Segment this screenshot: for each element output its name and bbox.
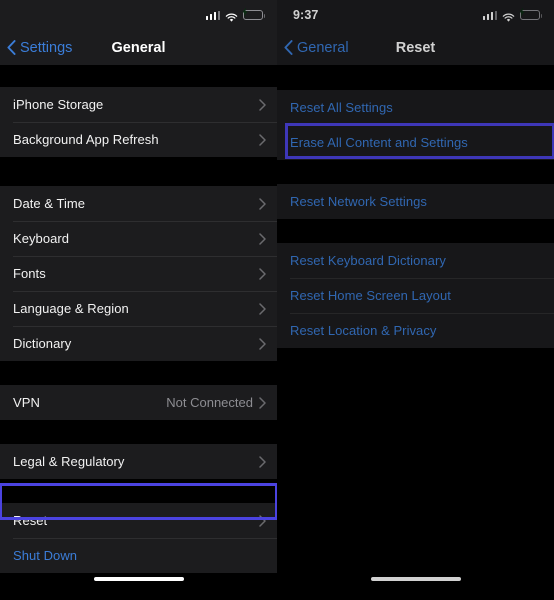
- list-item-reset-keyboard-dictionary[interactable]: Reset Keyboard Dictionary: [277, 243, 554, 278]
- chevron-left-icon: [284, 40, 293, 55]
- group-gap: [277, 65, 554, 90]
- list-item-label: Keyboard: [13, 231, 69, 246]
- dual-phone-screenshot: Settings General iPhone Storage Backgrou…: [0, 0, 554, 600]
- battery-charging-icon: [520, 10, 540, 21]
- list-item-label: Erase All Content and Settings: [290, 135, 468, 150]
- back-button-general[interactable]: General: [284, 40, 349, 56]
- back-button-settings[interactable]: Settings: [7, 40, 72, 56]
- settings-group: Reset Keyboard Dictionary Reset Home Scr…: [277, 243, 554, 348]
- home-indicator: [94, 577, 184, 581]
- list-item-label: Background App Refresh: [13, 132, 159, 147]
- nav-bar: General Reset: [277, 30, 554, 65]
- list-item-label: Reset: [13, 513, 47, 528]
- chevron-right-icon: [259, 303, 266, 315]
- group-gap: [0, 157, 277, 186]
- list-item-label: Shut Down: [13, 548, 77, 563]
- settings-list-reset[interactable]: Reset All Settings Erase All Content and…: [277, 65, 554, 600]
- list-item[interactable]: Date & Time: [0, 186, 277, 221]
- list-item-label: Reset Keyboard Dictionary: [290, 253, 446, 268]
- settings-group: VPN Not Connected: [0, 385, 277, 420]
- list-item-label: VPN: [13, 395, 40, 410]
- phone-panel-reset: 9:37: [277, 0, 554, 600]
- list-item-reset-home-screen-layout[interactable]: Reset Home Screen Layout: [277, 278, 554, 313]
- chevron-right-icon: [259, 338, 266, 350]
- list-item[interactable]: Background App Refresh: [0, 122, 277, 157]
- cellular-bars-icon: [206, 11, 221, 20]
- list-item-shut-down[interactable]: Shut Down: [0, 538, 277, 573]
- chevron-right-icon: [259, 134, 266, 146]
- list-item[interactable]: Legal & Regulatory: [0, 444, 277, 479]
- list-item-erase-all-content[interactable]: Erase All Content and Settings: [277, 125, 554, 160]
- group-gap: [277, 219, 554, 243]
- list-item-reset-all-settings[interactable]: Reset All Settings: [277, 90, 554, 125]
- list-item-reset-network[interactable]: Reset Network Settings: [277, 184, 554, 219]
- list-item-label: Reset All Settings: [290, 100, 393, 115]
- list-item-label: Date & Time: [13, 196, 85, 211]
- settings-group: Reset Shut Down: [0, 503, 277, 573]
- list-item[interactable]: Language & Region: [0, 291, 277, 326]
- list-item-label: Reset Network Settings: [290, 194, 427, 209]
- status-time: 9:37: [293, 8, 318, 22]
- list-item-label: Dictionary: [13, 336, 71, 351]
- list-item[interactable]: Dictionary: [0, 326, 277, 361]
- wifi-icon: [502, 10, 515, 20]
- list-item-reset-location-privacy[interactable]: Reset Location & Privacy: [277, 313, 554, 348]
- chevron-right-icon: [259, 456, 266, 468]
- cellular-bars-icon: [483, 11, 498, 20]
- back-button-label: Settings: [20, 40, 72, 56]
- list-item-label: iPhone Storage: [13, 97, 103, 112]
- list-item[interactable]: Fonts: [0, 256, 277, 291]
- list-item-label: Language & Region: [13, 301, 129, 316]
- chevron-right-icon: [259, 198, 266, 210]
- group-gap: [0, 479, 277, 503]
- list-item[interactable]: iPhone Storage: [0, 87, 277, 122]
- phone-panel-general: Settings General iPhone Storage Backgrou…: [0, 0, 277, 600]
- settings-group: Legal & Regulatory: [0, 444, 277, 479]
- battery-charging-icon: [243, 10, 263, 21]
- settings-group: Reset Network Settings: [277, 184, 554, 219]
- list-item[interactable]: Keyboard: [0, 221, 277, 256]
- chevron-right-icon: [259, 515, 266, 527]
- nav-bar: Settings General: [0, 30, 277, 65]
- group-gap: [0, 65, 277, 87]
- list-item[interactable]: VPN Not Connected: [0, 385, 277, 420]
- settings-group: iPhone Storage Background App Refresh: [0, 87, 277, 157]
- chevron-right-icon: [259, 99, 266, 111]
- list-item-value: Not Connected: [166, 395, 259, 410]
- group-gap: [0, 420, 277, 444]
- list-item-label: Reset Location & Privacy: [290, 323, 436, 338]
- list-item-label: Fonts: [13, 266, 46, 281]
- chevron-right-icon: [259, 397, 266, 409]
- wifi-icon: [225, 10, 238, 20]
- status-bar: 9:37: [277, 0, 554, 30]
- group-gap: [277, 160, 554, 184]
- list-item-label: Legal & Regulatory: [13, 454, 124, 469]
- settings-group: Reset All Settings Erase All Content and…: [277, 90, 554, 160]
- back-button-label: General: [297, 40, 349, 56]
- status-indicators: [483, 10, 541, 21]
- list-item-label: Reset Home Screen Layout: [290, 288, 451, 303]
- chevron-left-icon: [7, 40, 16, 55]
- home-indicator: [371, 577, 461, 581]
- chevron-right-icon: [259, 268, 266, 280]
- chevron-right-icon: [259, 233, 266, 245]
- settings-list-general[interactable]: iPhone Storage Background App Refresh Da…: [0, 65, 277, 600]
- settings-group: Date & Time Keyboard Fonts Language & Re…: [0, 186, 277, 361]
- status-indicators: [206, 10, 264, 21]
- group-gap: [0, 361, 277, 385]
- list-item-reset[interactable]: Reset: [0, 503, 277, 538]
- status-bar: [0, 0, 277, 30]
